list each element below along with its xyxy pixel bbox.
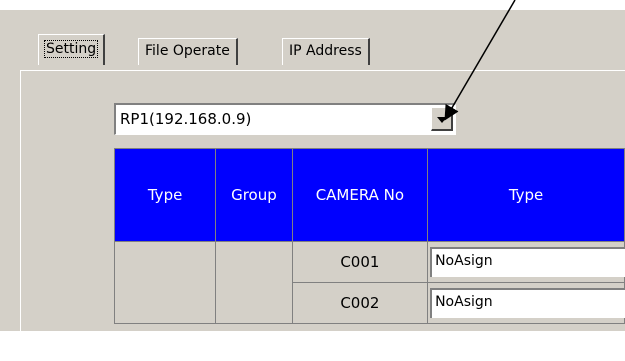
tab-setting[interactable]: Setting xyxy=(38,34,106,65)
tab-setting-label: Setting xyxy=(43,40,99,58)
